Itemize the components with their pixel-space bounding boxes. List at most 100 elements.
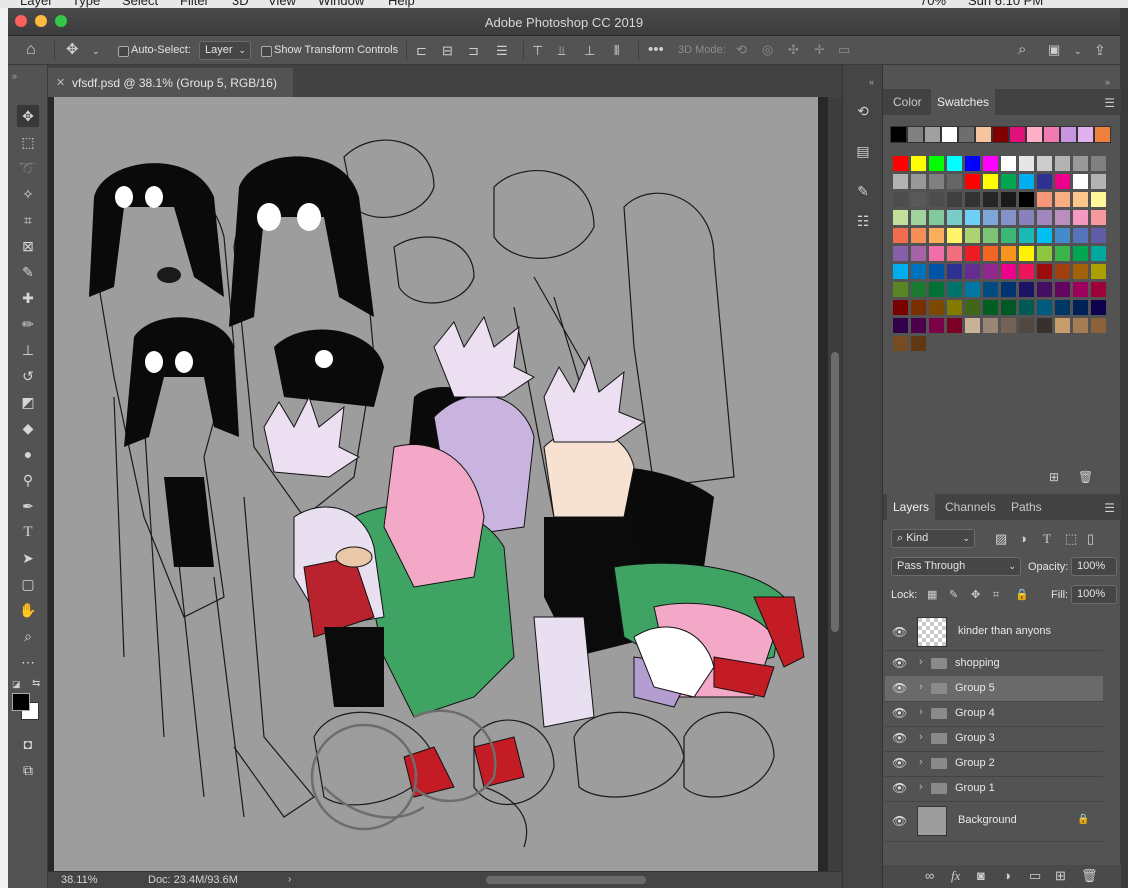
history-icon[interactable]: ⟲ bbox=[853, 101, 873, 121]
color-swatch[interactable] bbox=[947, 210, 962, 225]
color-swatch[interactable] bbox=[1055, 192, 1070, 207]
color-swatch[interactable] bbox=[1001, 264, 1016, 279]
color-swatch[interactable] bbox=[1001, 192, 1016, 207]
recent-swatch[interactable] bbox=[992, 126, 1009, 143]
color-swatch[interactable] bbox=[1091, 192, 1106, 207]
color-swatch[interactable] bbox=[1019, 282, 1034, 297]
color-swatch[interactable] bbox=[1091, 246, 1106, 261]
layer-row-1[interactable]: 👁 › shopping bbox=[885, 651, 1103, 677]
color-swatch[interactable] bbox=[1073, 300, 1088, 315]
color-swatch[interactable] bbox=[947, 264, 962, 279]
color-swatch[interactable] bbox=[983, 210, 998, 225]
expand-dock-icon[interactable]: « bbox=[869, 75, 874, 89]
tab-swatches[interactable]: Swatches bbox=[931, 89, 996, 115]
color-swatch[interactable] bbox=[893, 336, 908, 351]
tab-channels[interactable]: Channels bbox=[939, 494, 1002, 520]
layer-row-5[interactable]: 👁 › Group 2 bbox=[885, 751, 1103, 777]
document-tab[interactable]: ✕ vfsdf.psd @ 38.1% (Group 5, RGB/16) bbox=[48, 68, 293, 97]
screen-mode-icon[interactable]: ⧉ bbox=[17, 759, 39, 781]
expand-group-icon[interactable]: › bbox=[919, 681, 923, 693]
color-swatch[interactable] bbox=[965, 174, 980, 189]
menu-layer[interactable]: Layer bbox=[20, 0, 53, 8]
libraries-icon[interactable]: ▤ bbox=[853, 141, 873, 161]
color-swatch[interactable] bbox=[1019, 174, 1034, 189]
new-group-icon[interactable]: ▭ bbox=[1029, 869, 1041, 883]
filter-smart-object-icon[interactable]: ▯ bbox=[1087, 532, 1094, 546]
recent-swatch[interactable] bbox=[1043, 126, 1060, 143]
show-transform-checkbox[interactable] bbox=[261, 46, 272, 57]
color-swatch[interactable] bbox=[1019, 228, 1034, 243]
layer-row-6[interactable]: 👁 › Group 1 bbox=[885, 776, 1103, 802]
color-swatch[interactable] bbox=[1055, 210, 1070, 225]
color-swatch[interactable] bbox=[1019, 156, 1034, 171]
color-swatch[interactable] bbox=[947, 246, 962, 261]
lasso-tool-icon[interactable]: ➰ bbox=[17, 157, 39, 179]
swap-colors-icon[interactable]: ⇆ bbox=[32, 677, 40, 691]
color-swatch[interactable] bbox=[1073, 282, 1088, 297]
visibility-eye-icon[interactable]: 👁 bbox=[892, 706, 907, 720]
color-swatch[interactable] bbox=[929, 264, 944, 279]
color-swatch[interactable] bbox=[1037, 192, 1052, 207]
recent-swatch[interactable] bbox=[1077, 126, 1094, 143]
color-swatch[interactable] bbox=[911, 228, 926, 243]
color-swatch[interactable] bbox=[929, 156, 944, 171]
color-swatch[interactable] bbox=[965, 228, 980, 243]
collapse-panels-icon[interactable]: » bbox=[1105, 75, 1110, 89]
close-tab-icon[interactable]: ✕ bbox=[56, 76, 65, 89]
color-swatch[interactable] bbox=[983, 192, 998, 207]
color-swatch[interactable] bbox=[965, 318, 980, 333]
color-swatch[interactable] bbox=[1019, 246, 1034, 261]
menu-help[interactable]: Help bbox=[388, 0, 415, 8]
layer-row-7[interactable]: 👁 Background 🔒 bbox=[885, 801, 1103, 842]
align-top-icon[interactable]: ⊤ bbox=[532, 44, 543, 58]
kind-filter-dropdown[interactable]: ⌕ Kind ⌄ bbox=[891, 529, 975, 548]
color-swatch[interactable] bbox=[893, 192, 908, 207]
menu-view[interactable]: View bbox=[268, 0, 296, 8]
frame-tool-icon[interactable]: ⊠ bbox=[17, 235, 39, 257]
color-swatch[interactable] bbox=[1019, 264, 1034, 279]
marquee-tool-icon[interactable]: ⬚ bbox=[17, 131, 39, 153]
color-swatch[interactable] bbox=[965, 264, 980, 279]
color-swatch[interactable] bbox=[947, 228, 962, 243]
color-swatch[interactable] bbox=[965, 282, 980, 297]
color-swatch[interactable] bbox=[911, 246, 926, 261]
color-swatch[interactable] bbox=[1019, 192, 1034, 207]
color-swatch[interactable] bbox=[1073, 156, 1088, 171]
zoom-tool-icon[interactable]: ⌕ bbox=[17, 625, 39, 647]
brush-tool-icon[interactable]: ✏ bbox=[17, 313, 39, 335]
visibility-eye-icon[interactable]: 👁 bbox=[892, 625, 907, 639]
filter-pixel-icon[interactable]: ▨ bbox=[995, 532, 1007, 546]
layer-row-0[interactable]: 👁 kinder than anyons bbox=[885, 614, 1103, 651]
lock-artboard-icon[interactable]: ⌗ bbox=[993, 588, 999, 602]
color-swatch[interactable] bbox=[893, 246, 908, 261]
color-swatch[interactable] bbox=[893, 228, 908, 243]
lock-pixels-icon[interactable]: ✎ bbox=[949, 588, 958, 602]
color-swatch[interactable] bbox=[1037, 282, 1052, 297]
color-swatch[interactable] bbox=[1055, 156, 1070, 171]
align-center-icon[interactable]: ⊟ bbox=[442, 44, 453, 58]
color-swatch[interactable] bbox=[893, 282, 908, 297]
edit-toolbar-icon[interactable]: ⋯ bbox=[17, 651, 39, 673]
swatches-panel-menu-icon[interactable]: ☰ bbox=[1104, 96, 1115, 110]
lock-all-icon[interactable]: 🔒 bbox=[1015, 588, 1029, 602]
tab-color[interactable]: Color bbox=[887, 89, 928, 115]
horizontal-scroll-thumb[interactable] bbox=[486, 876, 646, 884]
align-right-icon[interactable]: ⊐ bbox=[468, 44, 479, 58]
delete-layer-icon[interactable]: 🗑 bbox=[1081, 869, 1098, 883]
search-icon[interactable]: ⌕ bbox=[1018, 42, 1026, 57]
color-swatch[interactable] bbox=[965, 246, 980, 261]
eyedropper-icon[interactable]: ✎ bbox=[17, 261, 39, 283]
workspace-icon[interactable]: ▣ bbox=[1048, 43, 1060, 57]
color-swatch[interactable] bbox=[1037, 264, 1052, 279]
color-swatch[interactable] bbox=[1055, 282, 1070, 297]
visibility-eye-icon[interactable]: 👁 bbox=[892, 756, 907, 770]
color-swatch[interactable] bbox=[893, 300, 908, 315]
lock-position-icon[interactable]: ✥ bbox=[971, 588, 980, 602]
status-expand-icon[interactable]: › bbox=[288, 874, 291, 885]
color-swatch[interactable] bbox=[1091, 228, 1106, 243]
color-swatch[interactable] bbox=[929, 192, 944, 207]
expand-group-icon[interactable]: › bbox=[919, 781, 923, 793]
color-swatch[interactable] bbox=[1019, 300, 1034, 315]
expand-group-icon[interactable]: › bbox=[919, 756, 923, 768]
visibility-eye-icon[interactable]: 👁 bbox=[892, 656, 907, 670]
